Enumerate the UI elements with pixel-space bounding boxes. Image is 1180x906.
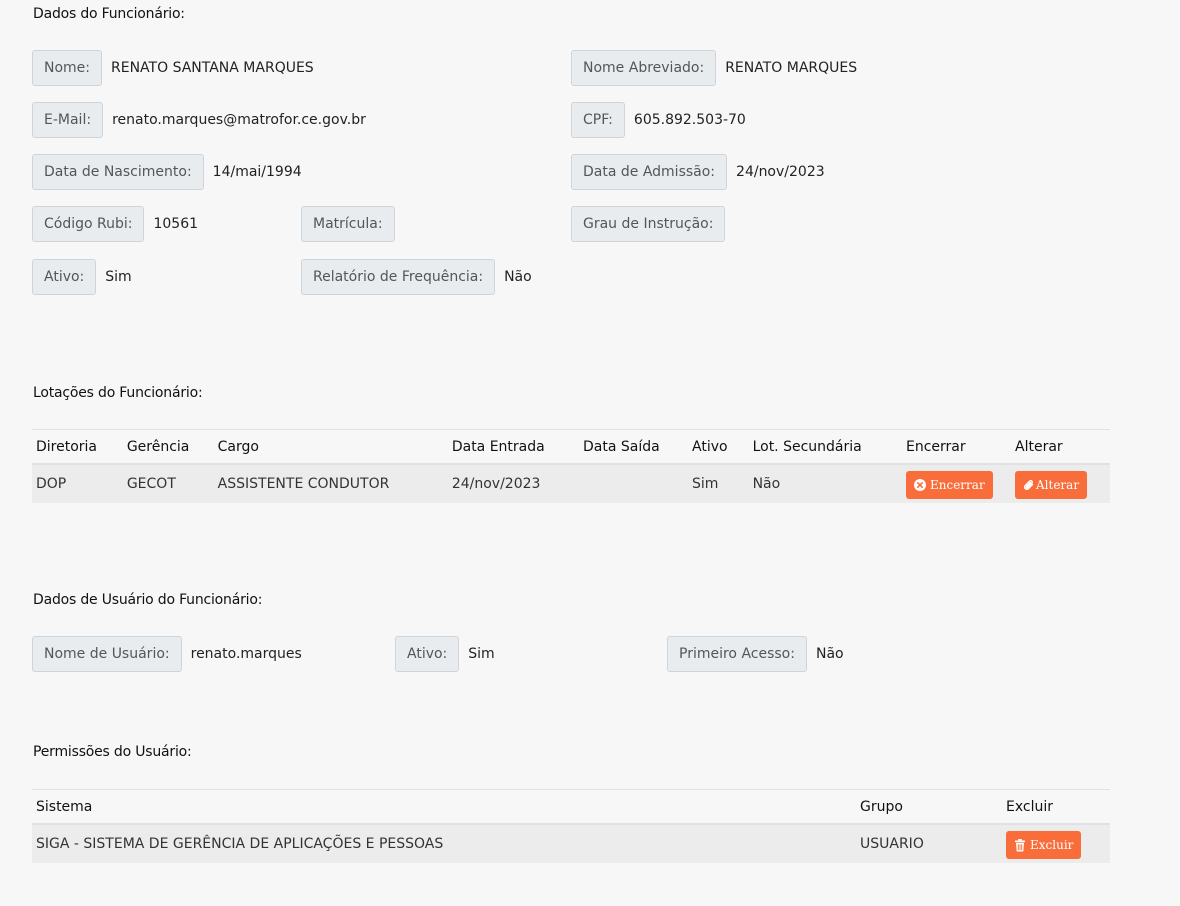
usuario-ativo-value: Sim	[468, 646, 495, 662]
field-primeiro-acesso: Primeiro Acesso: Não	[667, 636, 844, 672]
excluir-button[interactable]: Excluir	[1006, 831, 1082, 859]
table-row: SIGA - SISTEMA DE GERÊNCIA DE APLICAÇÕES…	[32, 824, 1110, 863]
email-label: E-Mail:	[32, 102, 104, 138]
cell-alterar: Alterar	[1011, 464, 1110, 503]
col-encerrar: Encerrar	[902, 429, 1011, 465]
field-grau-instrucao: Grau de Instrução:	[571, 206, 734, 242]
cell-data-saida	[579, 464, 689, 503]
ativo-label: Ativo:	[32, 259, 97, 295]
cell-cargo: ASSISTENTE CONDUTOR	[213, 464, 448, 503]
encerrar-label: Encerrar	[930, 478, 985, 492]
nome-abreviado-value: RENATO MARQUES	[725, 60, 858, 76]
codigo-rubi-label: Código Rubi:	[32, 206, 145, 242]
relatorio-frequencia-value: Não	[504, 269, 532, 285]
nome-label: Nome:	[32, 50, 103, 86]
matricula-label: Matrícula:	[301, 206, 395, 242]
cell-encerrar: Encerrar	[902, 464, 1011, 503]
col-ativo: Ativo	[688, 429, 749, 465]
cell-grupo: USUARIO	[856, 824, 1002, 863]
field-usuario-ativo: Ativo: Sim	[395, 636, 495, 672]
paperclip-icon	[1023, 479, 1035, 491]
field-codigo-rubi: Código Rubi: 10561	[32, 206, 198, 242]
alterar-label: Alterar	[1036, 478, 1080, 492]
col-gerencia: Gerência	[122, 429, 214, 465]
col-excluir: Excluir	[1002, 789, 1110, 825]
nome-abreviado-label: Nome Abreviado:	[571, 50, 717, 86]
relatorio-frequencia-label: Relatório de Frequência:	[301, 259, 496, 295]
circle-x-icon	[914, 479, 926, 491]
nome-usuario-value: renato.marques	[190, 646, 302, 662]
cell-ativo: Sim	[688, 464, 749, 503]
cpf-label: CPF:	[571, 102, 625, 138]
encerrar-button[interactable]: Encerrar	[906, 471, 993, 499]
field-data-nascimento: Data de Nascimento: 14/mai/1994	[32, 154, 302, 190]
field-matricula: Matrícula:	[301, 206, 404, 242]
col-alterar: Alterar	[1011, 429, 1110, 465]
primeiro-acesso-label: Primeiro Acesso:	[667, 636, 807, 672]
grau-instrucao-label: Grau de Instrução:	[571, 206, 726, 242]
data-admissao-label: Data de Admissão:	[571, 154, 728, 190]
nome-value: RENATO SANTANA MARQUES	[111, 60, 314, 76]
col-data-saida: Data Saída	[579, 429, 689, 465]
cpf-value: 605.892.503-70	[633, 112, 746, 128]
nome-usuario-label: Nome de Usuário:	[32, 636, 182, 672]
data-nascimento-label: Data de Nascimento:	[32, 154, 204, 190]
lotacoes-section-title: Lotações do Funcionário:	[33, 385, 203, 401]
employee-section-title: Dados do Funcionário:	[33, 6, 185, 22]
field-cpf: CPF: 605.892.503-70	[571, 102, 746, 138]
field-nome-abreviado: Nome Abreviado: RENATO MARQUES	[571, 50, 857, 86]
field-relatorio-frequencia: Relatório de Frequência: Não	[301, 259, 532, 295]
field-ativo: Ativo: Sim	[32, 259, 132, 295]
col-lot-secundaria: Lot. Secundária	[748, 429, 902, 465]
lotacoes-table: Diretoria Gerência Cargo Data Entrada Da…	[32, 429, 1110, 503]
email-value: renato.marques@matrofor.ce.gov.br	[112, 112, 366, 128]
data-admissao-value: 24/nov/2023	[736, 164, 825, 180]
ativo-value: Sim	[105, 269, 132, 285]
field-nome-usuario: Nome de Usuário: renato.marques	[32, 636, 302, 672]
col-data-entrada: Data Entrada	[447, 429, 580, 465]
alterar-button[interactable]: Alterar	[1015, 471, 1088, 499]
lotacoes-header-row: Diretoria Gerência Cargo Data Entrada Da…	[32, 429, 1110, 465]
col-grupo: Grupo	[856, 789, 1002, 825]
cell-diretoria: DOP	[32, 464, 123, 503]
usuario-section-title: Dados de Usuário do Funcionário:	[33, 592, 263, 608]
cell-lot-secundaria: Não	[748, 464, 902, 503]
permissoes-header-row: Sistema Grupo Excluir	[32, 789, 1110, 825]
col-cargo: Cargo	[213, 429, 448, 465]
usuario-ativo-label: Ativo:	[395, 636, 460, 672]
col-diretoria: Diretoria	[32, 429, 123, 465]
table-row: DOP GECOT ASSISTENTE CONDUTOR 24/nov/202…	[32, 464, 1110, 503]
field-data-admissao: Data de Admissão: 24/nov/2023	[571, 154, 825, 190]
excluir-label: Excluir	[1030, 838, 1074, 852]
col-sistema: Sistema	[32, 789, 856, 825]
cell-sistema: SIGA - SISTEMA DE GERÊNCIA DE APLICAÇÕES…	[32, 824, 856, 863]
trash-icon	[1014, 838, 1026, 852]
codigo-rubi-value: 10561	[153, 216, 199, 232]
permissoes-table: Sistema Grupo Excluir SIGA - SISTEMA DE …	[32, 789, 1110, 863]
primeiro-acesso-value: Não	[815, 646, 844, 662]
cell-gerencia: GECOT	[122, 464, 214, 503]
cell-data-entrada: 24/nov/2023	[447, 464, 580, 503]
field-nome: Nome: RENATO SANTANA MARQUES	[32, 50, 314, 86]
permissoes-section-title: Permissões do Usuário:	[33, 744, 192, 760]
data-nascimento-value: 14/mai/1994	[212, 164, 302, 180]
cell-excluir: Excluir	[1002, 824, 1110, 863]
field-email: E-Mail: renato.marques@matrofor.ce.gov.b…	[32, 102, 366, 138]
